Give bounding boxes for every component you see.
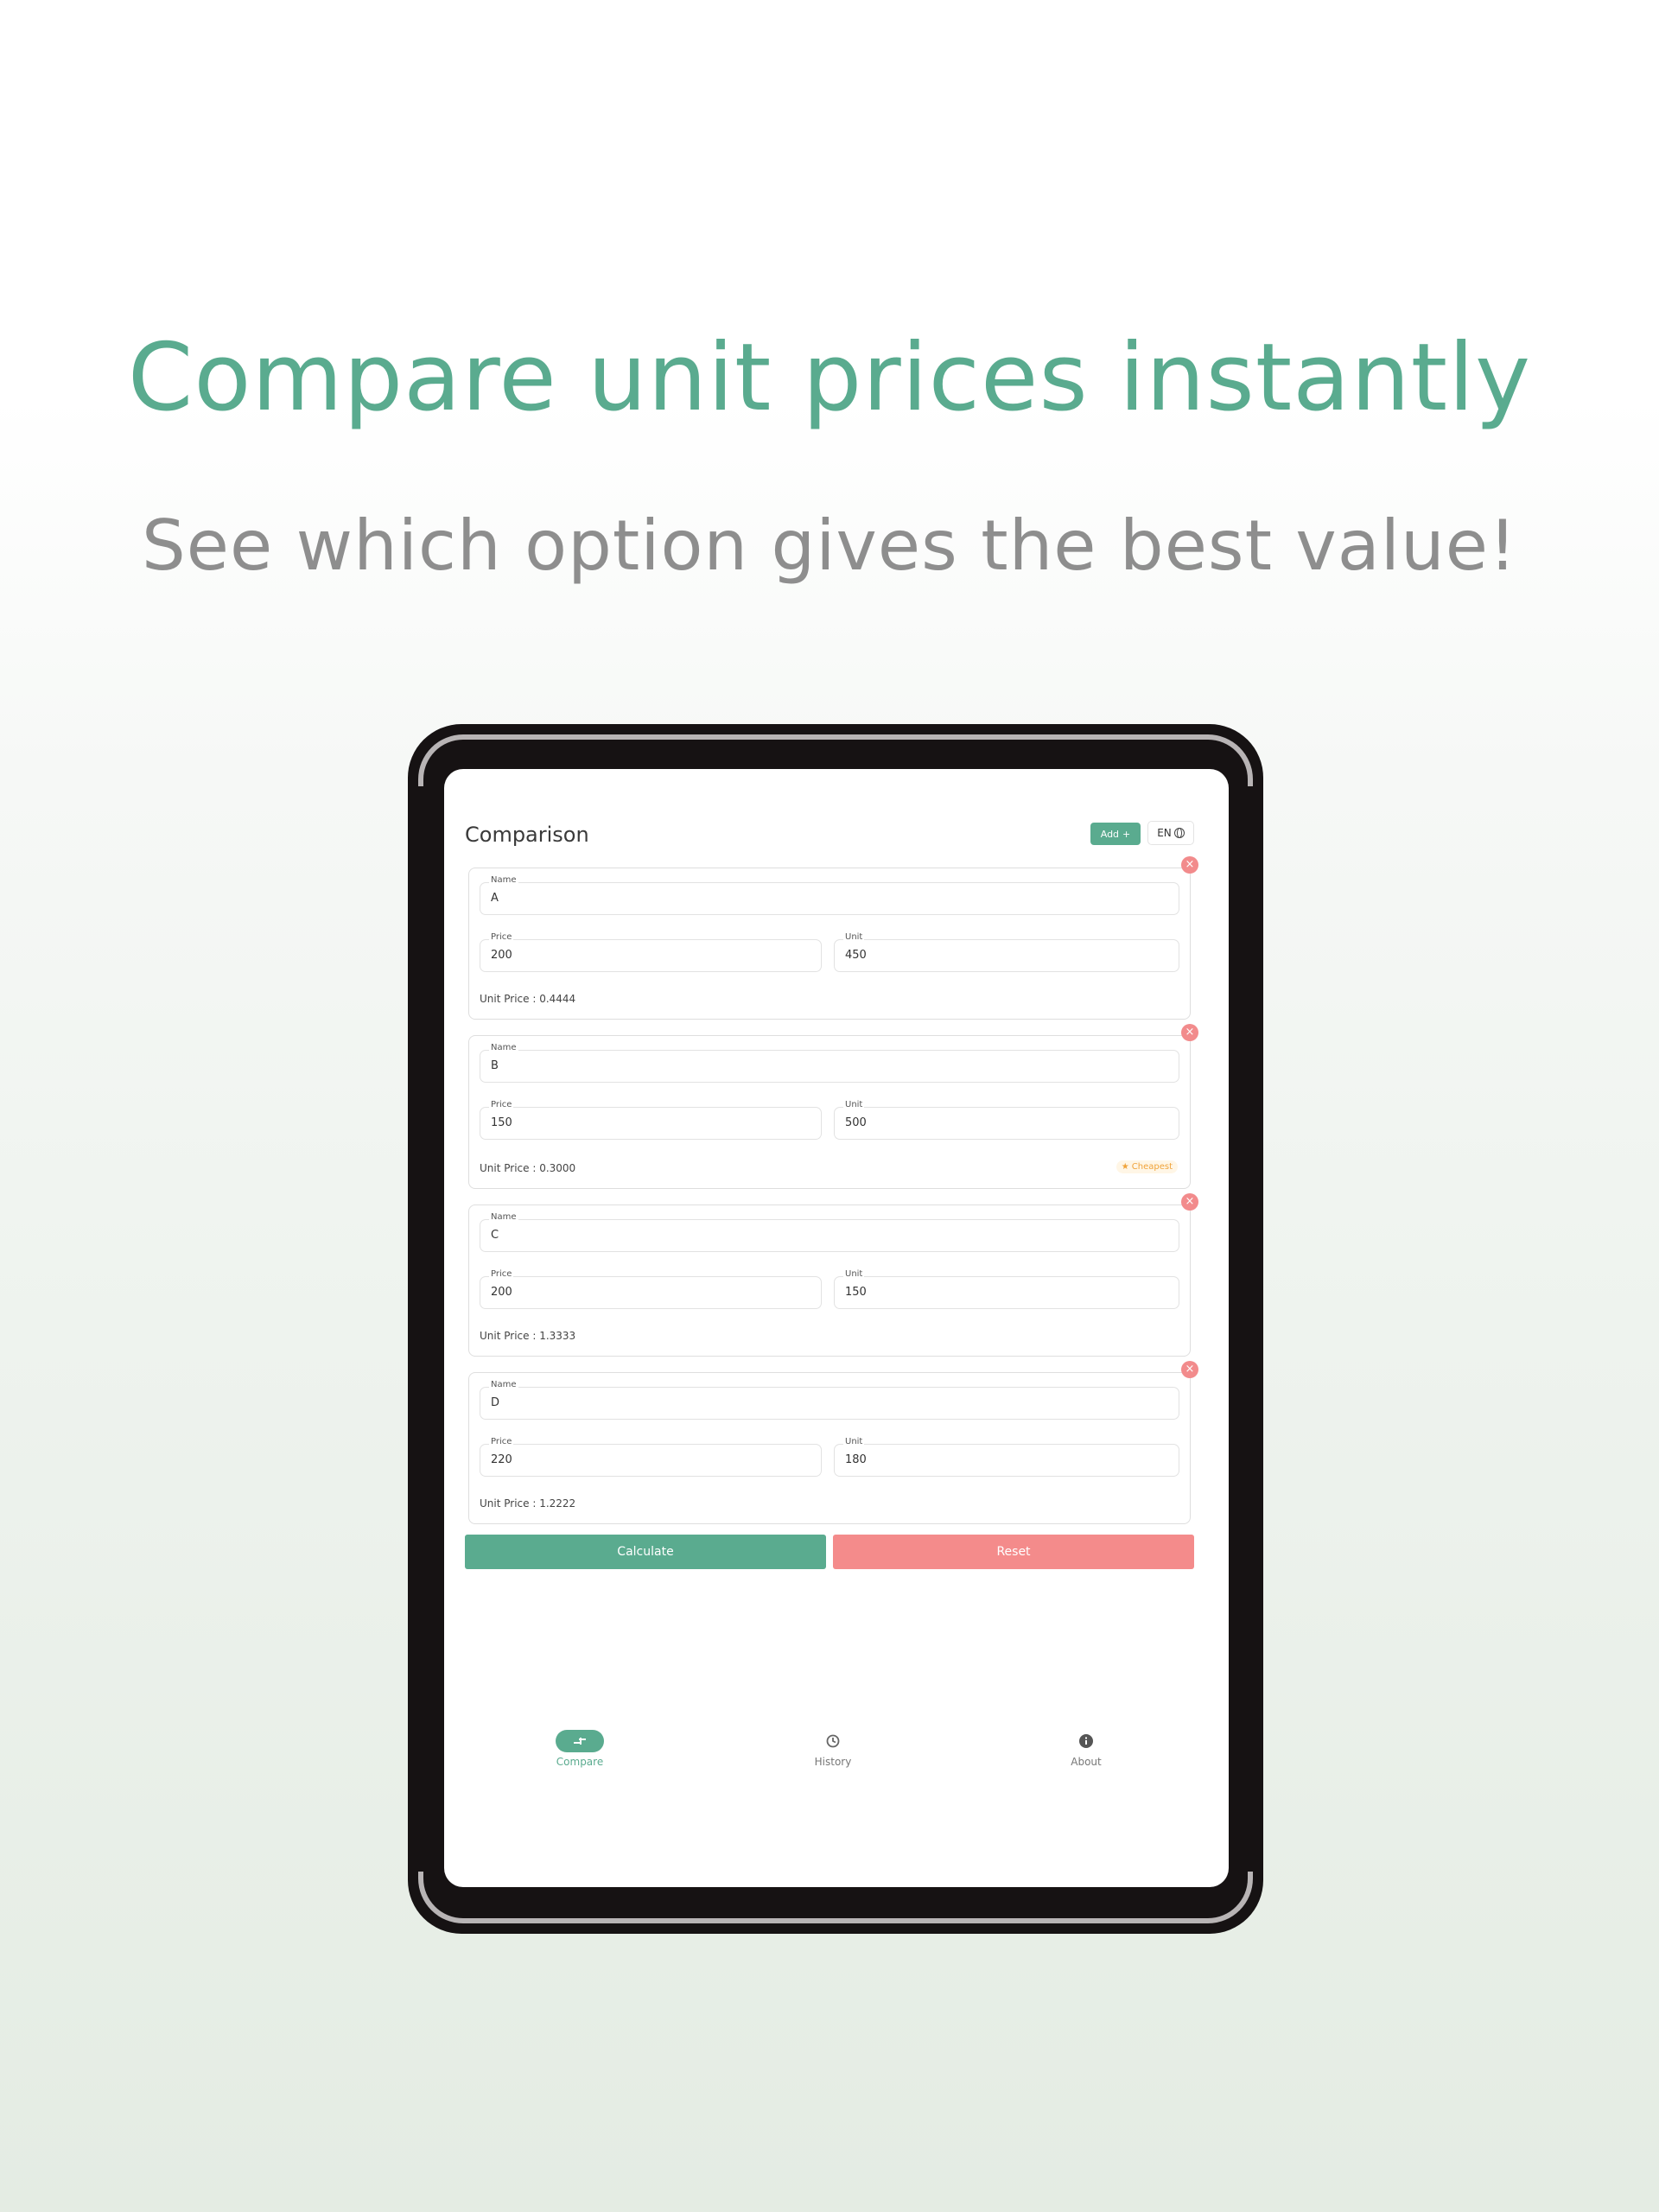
unit-field[interactable]: Unit 150 (834, 1269, 1179, 1309)
name-label: Name (489, 875, 518, 885)
add-button-label: Add (1100, 828, 1120, 840)
unit-field[interactable]: Unit 450 (834, 932, 1179, 972)
subheadline: See which option gives the best value! (142, 505, 1517, 586)
price-field[interactable]: Price 220 (480, 1437, 822, 1477)
remove-item-icon[interactable]: × (1181, 856, 1198, 874)
remove-item-icon[interactable]: × (1181, 1361, 1198, 1378)
tablet-frame: Comparison Add + EN × Name A Price 200 U… (408, 724, 1263, 1934)
remove-item-icon[interactable]: × (1181, 1193, 1198, 1211)
name-field[interactable]: Name C (480, 1212, 1179, 1252)
headline: Compare unit prices instantly (127, 324, 1532, 432)
compare-icon (556, 1730, 604, 1752)
name-value: C (491, 1229, 499, 1242)
calculate-button[interactable]: Calculate (465, 1535, 826, 1569)
cheapest-badge: ★ Cheapest (1116, 1160, 1178, 1173)
price-field[interactable]: Price 200 (480, 1269, 822, 1309)
language-label: EN (1157, 827, 1172, 839)
top-bar: Comparison Add + EN (465, 821, 1194, 852)
unit-label: Unit (843, 1100, 865, 1109)
globe-icon (1173, 828, 1185, 838)
reset-button[interactable]: Reset (833, 1535, 1194, 1569)
price-field[interactable]: Price 200 (480, 932, 822, 972)
unit-price-text: Unit Price : 0.4444 (480, 993, 576, 1005)
item-card: × Name D Price 220 Unit 180 Unit Price :… (468, 1361, 1198, 1524)
remove-item-icon[interactable]: × (1181, 1024, 1198, 1041)
unit-price-text: Unit Price : 0.3000 (480, 1162, 576, 1174)
name-value: B (491, 1059, 499, 1072)
price-value: 200 (491, 949, 512, 962)
unit-price-text: Unit Price : 1.3333 (480, 1330, 576, 1342)
price-label: Price (489, 1269, 514, 1279)
star-icon: ★ (1121, 1162, 1129, 1172)
unit-field[interactable]: Unit 500 (834, 1100, 1179, 1140)
price-label: Price (489, 1100, 514, 1109)
price-field[interactable]: Price 150 (480, 1100, 822, 1140)
name-label: Name (489, 1043, 518, 1052)
unit-label: Unit (843, 1437, 865, 1446)
name-value: D (491, 1396, 500, 1409)
price-value: 220 (491, 1453, 512, 1466)
history-icon (809, 1730, 857, 1752)
unit-label: Unit (843, 932, 865, 942)
unit-value: 500 (845, 1116, 867, 1129)
unit-price-text: Unit Price : 1.2222 (480, 1497, 576, 1510)
page-title: Comparison (465, 823, 589, 847)
nav-label: Compare (556, 1756, 604, 1768)
nav-label: About (1071, 1756, 1102, 1768)
cheapest-label: Cheapest (1131, 1162, 1173, 1172)
price-value: 150 (491, 1116, 512, 1129)
nav-item-compare[interactable]: Compare (528, 1730, 632, 1768)
price-label: Price (489, 1437, 514, 1446)
name-label: Name (489, 1380, 518, 1389)
unit-value: 450 (845, 949, 867, 962)
name-field[interactable]: Name B (480, 1043, 1179, 1083)
plus-icon: + (1122, 828, 1131, 840)
price-value: 200 (491, 1286, 512, 1299)
unit-label: Unit (843, 1269, 865, 1279)
name-field[interactable]: Name D (480, 1380, 1179, 1420)
name-field[interactable]: Name A (480, 875, 1179, 915)
unit-value: 180 (845, 1453, 867, 1466)
item-card: × Name B Price 150 Unit 500 Unit Price :… (468, 1024, 1198, 1189)
nav-label: History (814, 1756, 852, 1768)
add-button[interactable]: Add + (1090, 823, 1141, 845)
language-button[interactable]: EN (1147, 821, 1194, 845)
item-card: × Name C Price 200 Unit 150 Unit Price :… (468, 1193, 1198, 1357)
item-card: × Name A Price 200 Unit 450 Unit Price :… (468, 856, 1198, 1020)
name-value: A (491, 892, 499, 905)
info-icon (1062, 1730, 1110, 1752)
app-screen: Comparison Add + EN × Name A Price 200 U… (444, 769, 1229, 1887)
unit-value: 150 (845, 1286, 867, 1299)
nav-item-about[interactable]: About (1034, 1730, 1138, 1768)
name-label: Name (489, 1212, 518, 1222)
nav-item-history[interactable]: History (781, 1730, 885, 1768)
unit-field[interactable]: Unit 180 (834, 1437, 1179, 1477)
price-label: Price (489, 932, 514, 942)
